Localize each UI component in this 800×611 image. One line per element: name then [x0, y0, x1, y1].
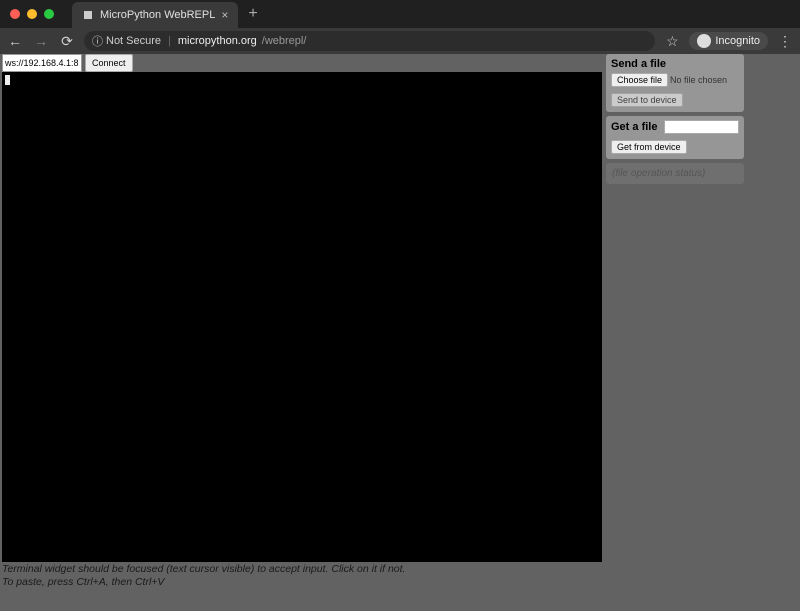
close-window-icon[interactable] [10, 9, 20, 19]
file-op-status-label: (file operation status) [612, 168, 705, 179]
hint-line-2: To paste, press Ctrl+A, then Ctrl+V [2, 576, 604, 589]
url-divider: | [168, 35, 171, 47]
tab-title: MicroPython WebREPL [100, 9, 215, 21]
zoom-window-icon[interactable] [44, 9, 54, 19]
tab-bar: MicroPython WebREPL × + [0, 0, 800, 28]
reload-icon[interactable]: ⟳ [58, 33, 76, 50]
new-tab-icon[interactable]: + [248, 5, 257, 23]
terminal[interactable] [2, 72, 602, 562]
send-file-title: Send a file [611, 58, 739, 70]
websocket-url-input[interactable] [2, 54, 82, 72]
window-controls [0, 9, 54, 19]
tab-favicon-icon [82, 9, 94, 21]
get-filename-input[interactable] [664, 120, 739, 134]
url-input[interactable]: ⓘ Not Secure | micropython.org/webrepl/ [84, 31, 655, 51]
terminal-hint: Terminal widget should be focused (text … [2, 562, 604, 589]
incognito-badge: Incognito [689, 32, 768, 50]
file-chosen-label: No file chosen [670, 75, 727, 85]
tab-close-icon[interactable]: × [221, 8, 228, 22]
send-to-device-button[interactable]: Send to device [611, 93, 683, 107]
browser-tab[interactable]: MicroPython WebREPL × [72, 2, 238, 28]
get-file-title: Get a file [611, 121, 657, 133]
connect-button[interactable]: Connect [85, 54, 133, 72]
security-indicator[interactable]: ⓘ Not Secure [92, 33, 161, 49]
bookmark-icon[interactable]: ☆ [663, 33, 681, 50]
get-from-device-button[interactable]: Get from device [611, 140, 687, 154]
url-path: /webrepl/ [262, 35, 307, 47]
get-file-row: Get a file [611, 120, 739, 134]
file-operation-status: (file operation status) [606, 163, 744, 184]
security-label: Not Secure [106, 35, 161, 47]
get-file-panel: Get a file Get from device [606, 116, 744, 159]
left-column: Connect Terminal widget should be focuse… [2, 54, 604, 589]
back-icon[interactable]: ← [6, 33, 24, 49]
minimize-window-icon[interactable] [27, 9, 37, 19]
terminal-cursor [5, 75, 10, 85]
incognito-label: Incognito [715, 35, 760, 47]
url-domain: micropython.org [178, 35, 257, 47]
browser-chrome: MicroPython WebREPL × + ← → ⟳ ⓘ Not Secu… [0, 0, 800, 54]
right-column: Send a file Choose file No file chosen S… [606, 54, 744, 184]
forward-icon[interactable]: → [32, 33, 50, 49]
choose-file-row: Choose file No file chosen [611, 73, 739, 87]
address-bar: ← → ⟳ ⓘ Not Secure | micropython.org/web… [0, 28, 800, 54]
connection-bar: Connect [2, 54, 604, 72]
choose-file-button[interactable]: Choose file [611, 73, 668, 87]
hint-line-1: Terminal widget should be focused (text … [2, 563, 604, 576]
info-icon: ⓘ [92, 33, 103, 49]
incognito-icon [697, 34, 711, 48]
send-file-panel: Send a file Choose file No file chosen S… [606, 54, 744, 112]
page-content: Connect Terminal widget should be focuse… [0, 54, 800, 611]
menu-icon[interactable]: ⋮ [776, 33, 794, 50]
